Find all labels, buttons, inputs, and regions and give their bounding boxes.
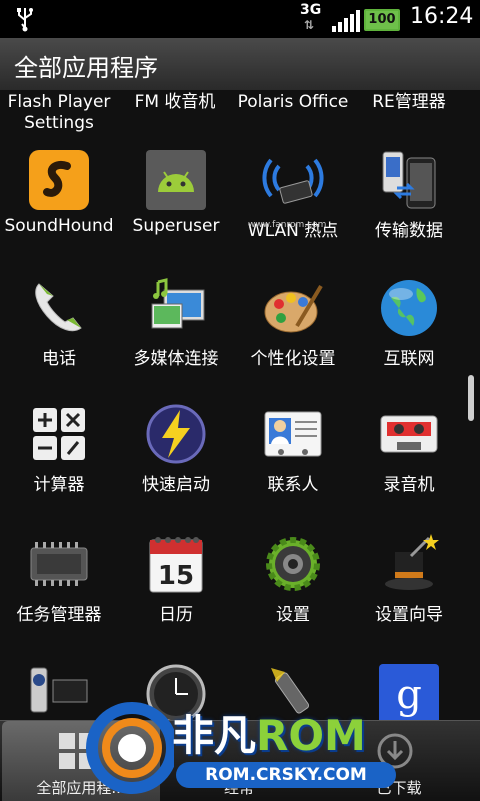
app-phone[interactable]: 电话 — [0, 276, 118, 396]
app-name: 设置向导 — [375, 605, 443, 625]
gear-icon — [266, 537, 320, 591]
signal-strength-icon — [332, 10, 360, 32]
app-name: 任务管理器 — [16, 605, 102, 625]
battery-level: 100 — [368, 12, 396, 27]
tab-all-apps[interactable]: 全部应用程... — [2, 721, 160, 801]
app-google-search[interactable]: g — [350, 662, 468, 720]
magic-hat-icon — [385, 534, 439, 590]
app-name: 录音机 — [383, 475, 435, 495]
app-settings[interactable]: 设置 — [234, 532, 352, 652]
globe-icon — [381, 280, 437, 336]
usb-icon — [17, 8, 33, 32]
svg-text:g: g — [396, 672, 422, 718]
grid-icon — [59, 733, 95, 769]
transfer-phone-icon — [382, 151, 436, 209]
app-contacts[interactable]: 联系人 — [234, 402, 352, 522]
app-grid[interactable]: Flash Player Settings FM 收音机 Polaris Off… — [0, 90, 480, 720]
overlay-watermark-text: www.fanrom.com — [248, 220, 327, 230]
media-connect-icon — [151, 278, 205, 329]
android-icon — [146, 150, 206, 210]
title-bar: 全部应用程序 — [0, 38, 480, 91]
bottom-tab-bar: 全部应用程... 经常 已下载 — [0, 720, 480, 801]
scrollbar-thumb[interactable] — [468, 375, 474, 421]
app-clock[interactable] — [117, 662, 235, 720]
app-media-connect[interactable]: 多媒体连接 — [117, 276, 235, 396]
lightning-icon — [146, 404, 206, 464]
app-label-flash-player[interactable]: Flash Player Settings — [0, 92, 118, 134]
app-name: 快速启动 — [142, 475, 210, 495]
app-calculator[interactable]: 计算器 — [0, 402, 118, 522]
flashlight-icon — [271, 668, 310, 714]
app-label-polaris-office[interactable]: Polaris Office — [234, 92, 352, 113]
google-icon: g — [379, 664, 439, 720]
cassette-icon — [380, 415, 438, 453]
app-name: 联系人 — [267, 475, 319, 495]
app-camera[interactable] — [0, 662, 118, 720]
app-soundhound[interactable]: SoundHound — [0, 148, 118, 268]
calculator-icon — [33, 408, 85, 460]
camera-video-icon — [30, 667, 88, 713]
app-task-manager[interactable]: 任务管理器 — [0, 532, 118, 652]
previous-row: Flash Player Settings FM 收音机 Polaris Off… — [0, 90, 480, 138]
tab-downloaded[interactable]: 已下载 — [320, 721, 478, 801]
palette-icon — [264, 284, 323, 333]
app-wlan-hotspot[interactable]: WLAN 热点 — [234, 148, 352, 268]
network-type: 3G — [300, 2, 322, 18]
app-name: 个性化设置 — [250, 349, 336, 369]
app-name: 传输数据 — [375, 221, 443, 241]
battery-indicator: 100 — [364, 9, 400, 31]
app-flashlight[interactable] — [234, 662, 352, 720]
app-superuser[interactable]: Superuser — [117, 148, 235, 268]
app-recorder[interactable]: 录音机 — [350, 402, 468, 522]
app-setup-wizard[interactable]: 设置向导 — [350, 532, 468, 652]
tab-label: 已下载 — [376, 779, 422, 797]
contact-card-icon — [264, 411, 322, 457]
app-name: 设置 — [276, 605, 310, 625]
app-name: 多媒体连接 — [133, 349, 219, 369]
wifi-hotspot-icon — [262, 158, 324, 204]
app-label-fm-radio[interactable]: FM 收音机 — [116, 92, 234, 113]
app-name: SoundHound — [4, 216, 114, 236]
tab-frequent[interactable]: 经常 — [160, 721, 318, 801]
app-name: Superuser — [132, 216, 220, 236]
app-name: 日历 — [159, 605, 193, 625]
app-internet[interactable]: 互联网 — [350, 276, 468, 396]
tab-label: 经常 — [223, 779, 254, 797]
network-indicator: 3G ⇅ — [300, 2, 324, 36]
clock-icon — [146, 664, 206, 720]
app-name: 计算器 — [33, 475, 85, 495]
status-clock: 16:24 — [410, 4, 474, 29]
phone-icon — [35, 283, 82, 332]
app-quick-launch[interactable]: 快速启动 — [117, 402, 235, 522]
app-label-re-manager[interactable]: RE管理器 — [350, 92, 468, 113]
app-calendar[interactable]: 15 日历 — [117, 532, 235, 652]
tab-label: 全部应用程... — [36, 779, 126, 797]
download-icon — [377, 733, 413, 769]
app-transfer-data[interactable]: 传输数据 — [350, 148, 468, 268]
calendar-icon: 15 — [149, 537, 203, 593]
chip-icon — [30, 542, 88, 586]
app-name: 互联网 — [383, 349, 435, 369]
status-bar: 3G ⇅ 100 16:24 — [0, 0, 480, 38]
soundhound-icon — [29, 150, 89, 210]
app-personalize[interactable]: 个性化设置 — [234, 276, 352, 396]
calendar-day: 15 — [158, 561, 194, 591]
app-name: 电话 — [42, 349, 76, 369]
data-arrows-icon: ⇅ — [304, 18, 315, 32]
page-title: 全部应用程序 — [14, 54, 158, 82]
